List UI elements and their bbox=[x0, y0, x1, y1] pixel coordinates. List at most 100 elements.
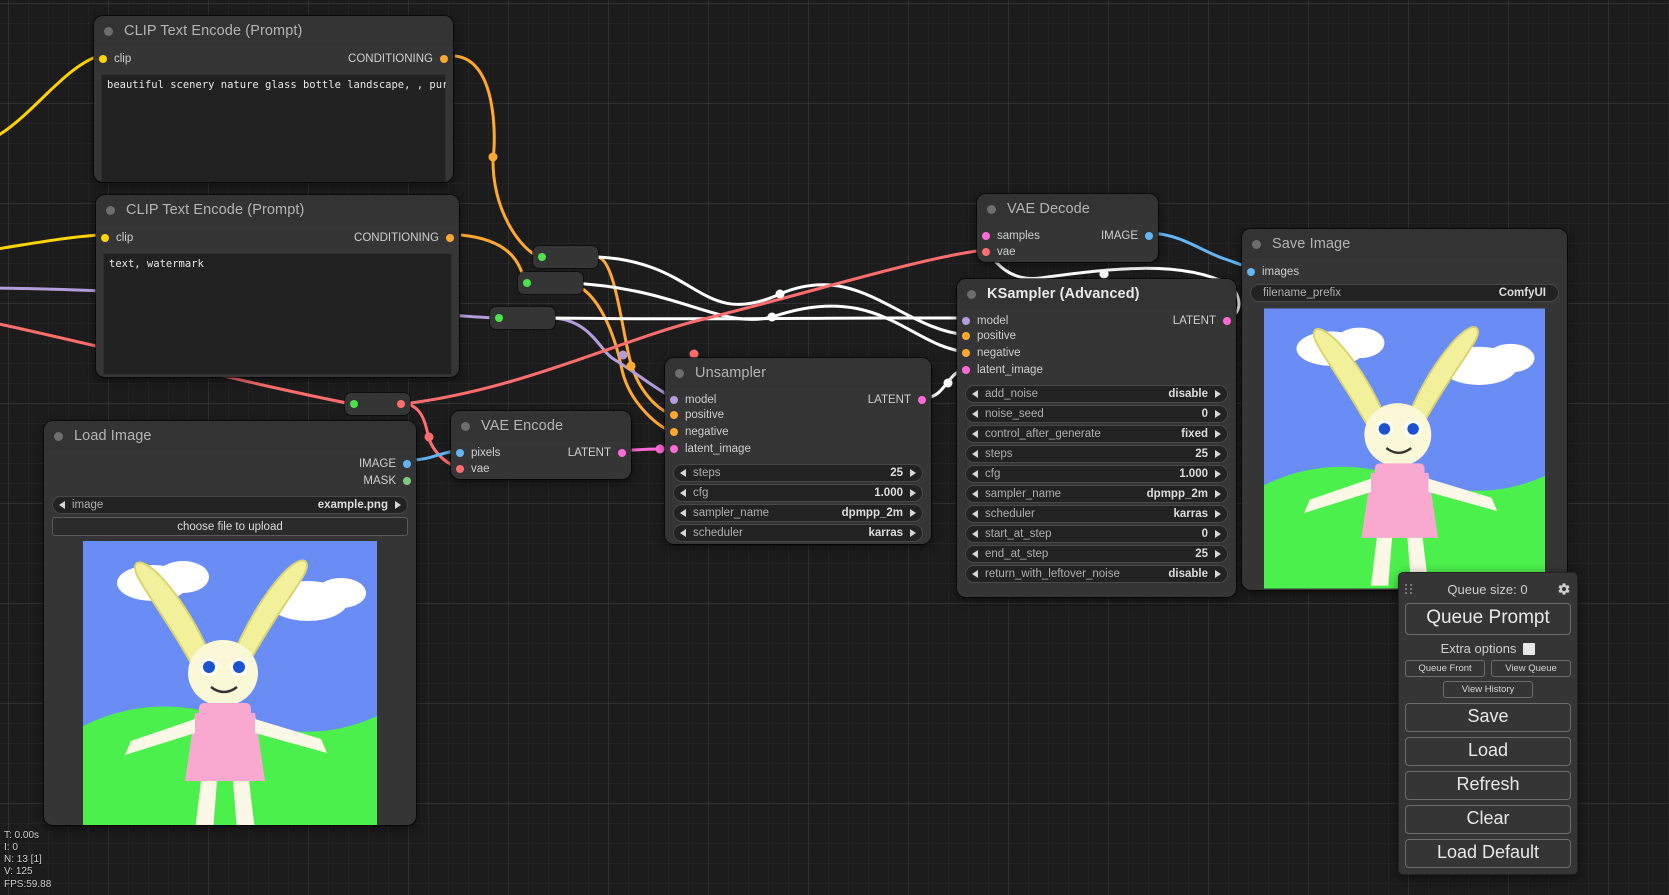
widget-sampler-name[interactable]: sampler_name dpmpp_2m bbox=[673, 504, 923, 522]
decrement-arrow-icon[interactable] bbox=[972, 390, 978, 398]
increment-arrow-icon[interactable] bbox=[910, 529, 916, 537]
input-slot-positive[interactable]: positive bbox=[962, 330, 1016, 342]
refresh-button[interactable]: Refresh bbox=[1405, 771, 1571, 800]
input-slot-vae[interactable]: vae bbox=[982, 246, 1016, 258]
widget-add-noise[interactable]: add_noisedisable bbox=[965, 385, 1228, 403]
collapse-dot-icon[interactable] bbox=[461, 422, 470, 431]
increment-arrow-icon[interactable] bbox=[1215, 410, 1221, 418]
increment-arrow-icon[interactable] bbox=[1215, 510, 1221, 518]
widget-filename-prefix[interactable]: filename_prefix ComfyUI bbox=[1250, 284, 1559, 302]
widget-scheduler[interactable]: schedulerkarras bbox=[965, 505, 1228, 523]
comfy-menu-panel[interactable]: Queue size: 0 Queue Prompt Extra options… bbox=[1399, 573, 1577, 874]
drag-handle-icon[interactable] bbox=[1405, 583, 1414, 595]
increment-arrow-icon[interactable] bbox=[910, 509, 916, 517]
output-slot-latent[interactable]: LATENT bbox=[568, 447, 626, 459]
menu-header[interactable]: Queue size: 0 bbox=[1405, 577, 1571, 601]
reroute-node-negative[interactable] bbox=[518, 272, 583, 294]
node-title[interactable]: CLIP Text Encode (Prompt) bbox=[94, 16, 453, 46]
reroute-output-port-icon[interactable] bbox=[397, 400, 405, 408]
input-slot-samples[interactable]: samples bbox=[982, 230, 1040, 242]
increment-arrow-icon[interactable] bbox=[1215, 430, 1221, 438]
widget-noise-seed[interactable]: noise_seed0 bbox=[965, 405, 1228, 423]
input-slot-positive[interactable]: positive bbox=[670, 409, 724, 421]
node-vae-decode[interactable]: VAE Decode samples IMAGE vae bbox=[977, 194, 1158, 262]
view-queue-button[interactable]: View Queue bbox=[1491, 660, 1571, 677]
decrement-arrow-icon[interactable] bbox=[680, 509, 686, 517]
collapse-dot-icon[interactable] bbox=[987, 205, 996, 214]
save-button[interactable]: Save bbox=[1405, 703, 1571, 732]
increment-arrow-icon[interactable] bbox=[1215, 570, 1221, 578]
node-title[interactable]: Unsampler bbox=[665, 358, 931, 388]
reroute-input-port-icon[interactable] bbox=[538, 253, 546, 261]
increment-arrow-icon[interactable] bbox=[910, 489, 916, 497]
decrement-arrow-icon[interactable] bbox=[972, 550, 978, 558]
widget-control-after-generate[interactable]: control_after_generatefixed bbox=[965, 425, 1228, 443]
queue-front-button[interactable]: Queue Front bbox=[1405, 660, 1485, 677]
widget-cfg[interactable]: cfg 1.000 bbox=[673, 484, 923, 502]
extra-options-row[interactable]: Extra options bbox=[1405, 639, 1571, 660]
reroute-node-positive[interactable] bbox=[533, 246, 598, 268]
input-slot-latent-image[interactable]: latent_image bbox=[670, 443, 751, 455]
reroute-input-port-icon[interactable] bbox=[350, 400, 358, 408]
input-slot-vae[interactable]: vae bbox=[456, 463, 490, 475]
widget-start-at-step[interactable]: start_at_step0 bbox=[965, 525, 1228, 543]
reroute-input-port-icon[interactable] bbox=[495, 314, 503, 322]
collapse-dot-icon[interactable] bbox=[104, 27, 113, 36]
decrement-arrow-icon[interactable] bbox=[972, 570, 978, 578]
increment-arrow-icon[interactable] bbox=[1215, 490, 1221, 498]
widget-scheduler[interactable]: scheduler karras bbox=[673, 524, 923, 542]
extra-options-checkbox[interactable] bbox=[1523, 643, 1535, 655]
reroute-input-port-icon[interactable] bbox=[523, 279, 531, 287]
increment-arrow-icon[interactable] bbox=[1215, 530, 1221, 538]
decrement-arrow-icon[interactable] bbox=[972, 450, 978, 458]
decrement-arrow-icon[interactable] bbox=[972, 430, 978, 438]
output-slot-conditioning[interactable]: CONDITIONING bbox=[354, 232, 454, 244]
node-title[interactable]: VAE Decode bbox=[977, 194, 1158, 224]
gear-icon[interactable] bbox=[1557, 582, 1571, 596]
node-unsampler[interactable]: Unsampler model LATENT positive negative… bbox=[665, 358, 931, 544]
input-slot-latent-image[interactable]: latent_image bbox=[962, 364, 1043, 376]
collapse-dot-icon[interactable] bbox=[54, 432, 63, 441]
input-slot-negative[interactable]: negative bbox=[670, 426, 728, 438]
widget-image[interactable]: image example.png bbox=[52, 496, 408, 514]
decrement-arrow-icon[interactable] bbox=[680, 469, 686, 477]
node-clip-text-encode-negative[interactable]: CLIP Text Encode (Prompt) clip CONDITION… bbox=[96, 195, 459, 377]
choose-file-upload-button[interactable]: choose file to upload bbox=[52, 517, 408, 536]
input-slot-negative[interactable]: negative bbox=[962, 347, 1020, 359]
input-slot-clip[interactable]: clip bbox=[101, 232, 133, 244]
node-ksampler-advanced[interactable]: KSampler (Advanced) model LATENT positiv… bbox=[957, 279, 1236, 597]
decrement-arrow-icon[interactable] bbox=[59, 501, 65, 509]
output-slot-image[interactable]: IMAGE bbox=[359, 458, 411, 470]
clear-button[interactable]: Clear bbox=[1405, 805, 1571, 834]
input-slot-model[interactable]: model bbox=[670, 394, 716, 406]
widget-return-with-leftover-noise[interactable]: return_with_leftover_noisedisable bbox=[965, 565, 1228, 583]
node-title[interactable]: Load Image bbox=[44, 421, 416, 451]
reroute-node-vae[interactable] bbox=[345, 393, 410, 415]
collapse-dot-icon[interactable] bbox=[1252, 240, 1261, 249]
output-slot-mask[interactable]: MASK bbox=[363, 475, 411, 487]
input-slot-images[interactable]: images bbox=[1247, 266, 1299, 278]
decrement-arrow-icon[interactable] bbox=[972, 470, 978, 478]
increment-arrow-icon[interactable] bbox=[1215, 390, 1221, 398]
decrement-arrow-icon[interactable] bbox=[680, 529, 686, 537]
output-slot-image[interactable]: IMAGE bbox=[1101, 230, 1153, 242]
widget-end-at-step[interactable]: end_at_step25 bbox=[965, 545, 1228, 563]
increment-arrow-icon[interactable] bbox=[1215, 450, 1221, 458]
prompt-textarea[interactable]: beautiful scenery nature glass bottle la… bbox=[101, 74, 446, 182]
load-default-button[interactable]: Load Default bbox=[1405, 839, 1571, 868]
load-button[interactable]: Load bbox=[1405, 737, 1571, 766]
node-save-image[interactable]: Save Image images filename_prefix ComfyU… bbox=[1242, 229, 1567, 590]
queue-prompt-button[interactable]: Queue Prompt bbox=[1405, 603, 1571, 635]
increment-arrow-icon[interactable] bbox=[910, 469, 916, 477]
widget-sampler-name[interactable]: sampler_namedpmpp_2m bbox=[965, 485, 1228, 503]
decrement-arrow-icon[interactable] bbox=[972, 510, 978, 518]
input-slot-clip[interactable]: clip bbox=[99, 53, 131, 65]
collapse-dot-icon[interactable] bbox=[967, 290, 976, 299]
node-vae-encode[interactable]: VAE Encode pixels LATENT vae bbox=[451, 411, 631, 479]
node-clip-text-encode-positive[interactable]: CLIP Text Encode (Prompt) clip CONDITION… bbox=[94, 16, 453, 182]
increment-arrow-icon[interactable] bbox=[395, 501, 401, 509]
decrement-arrow-icon[interactable] bbox=[972, 530, 978, 538]
input-slot-pixels[interactable]: pixels bbox=[456, 447, 500, 459]
collapse-dot-icon[interactable] bbox=[106, 206, 115, 215]
prompt-textarea[interactable]: text, watermark bbox=[103, 253, 452, 375]
